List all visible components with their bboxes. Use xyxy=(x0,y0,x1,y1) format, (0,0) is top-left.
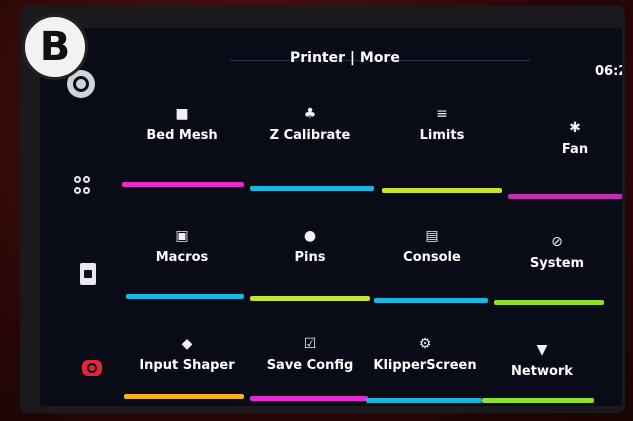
tile-z-calibrate[interactable]: ♣ Z Calibrate xyxy=(250,106,370,143)
z-calibrate-icon: ♣ xyxy=(303,106,317,122)
tile-color-bar xyxy=(482,398,594,403)
tile-label: Console xyxy=(403,250,461,265)
tile-color-bar xyxy=(494,300,604,305)
tile-save-config[interactable]: ☑ Save Config xyxy=(250,336,370,373)
main-menu-icon[interactable] xyxy=(73,175,91,195)
tile-label: KlipperScreen xyxy=(373,358,477,373)
macros-icon: ▣ xyxy=(175,228,189,244)
tile-pins[interactable]: ● Pins xyxy=(250,228,370,265)
tile-label: Save Config xyxy=(266,358,354,373)
tile-label: Network xyxy=(511,364,573,379)
clock: 06:2 xyxy=(595,64,622,79)
tile-color-bar xyxy=(508,194,622,199)
tile-color-bar xyxy=(124,394,244,399)
panel-badge: B xyxy=(22,14,88,80)
tile-network[interactable]: ▼ Network xyxy=(482,342,602,379)
pins-icon: ● xyxy=(303,228,317,244)
tile-label: Fan xyxy=(561,142,589,157)
tile-color-bar xyxy=(366,398,482,403)
tile-macros[interactable]: ▣ Macros xyxy=(122,228,242,265)
tile-label: Pins xyxy=(294,250,326,265)
page-title: Printer | More xyxy=(290,50,400,66)
tile-color-bar xyxy=(250,296,370,301)
tile-label: System xyxy=(529,256,585,271)
tile-input-shaper[interactable]: ◆ Input Shaper xyxy=(127,336,247,373)
macros-file-icon[interactable] xyxy=(80,263,96,285)
tile-label: Input Shaper xyxy=(139,358,235,373)
tile-color-bar xyxy=(122,182,244,187)
tile-label: Z Calibrate xyxy=(269,128,351,143)
limits-icon: ≡ xyxy=(436,106,448,122)
save-config-icon: ☑ xyxy=(303,336,317,352)
tile-color-bar xyxy=(250,186,374,191)
console-icon: ▤ xyxy=(425,228,439,244)
tile-color-bar xyxy=(250,396,368,401)
klipperscreen-icon: ⚙ xyxy=(418,336,432,352)
tile-label: Bed Mesh xyxy=(146,128,218,143)
bed-mesh-icon: ■ xyxy=(175,106,189,122)
tile-color-bar xyxy=(374,298,488,303)
touchscreen: Printer | More 06:2 ■ Bed Mesh ♣ Z Calibrat… xyxy=(40,28,622,406)
tile-limits[interactable]: ≡ Limits xyxy=(382,106,502,143)
network-icon: ▼ xyxy=(536,342,548,358)
tile-klipperscreen[interactable]: ⚙ KlipperScreen xyxy=(365,336,485,373)
tile-label: Limits xyxy=(419,128,465,143)
tile-label: Macros xyxy=(155,250,209,265)
fan-icon: ✱ xyxy=(569,120,581,136)
tile-system[interactable]: ⊘ System xyxy=(497,234,617,271)
input-shaper-icon: ◆ xyxy=(181,336,193,352)
emergency-stop-icon[interactable] xyxy=(82,360,102,376)
tile-color-bar xyxy=(126,294,244,299)
tile-color-bar xyxy=(382,188,502,193)
tile-console[interactable]: ▤ Console xyxy=(372,228,492,265)
tile-bed-mesh[interactable]: ■ Bed Mesh xyxy=(122,106,242,143)
tile-fan[interactable]: ✱ Fan xyxy=(515,120,622,157)
system-icon: ⊘ xyxy=(551,234,563,250)
